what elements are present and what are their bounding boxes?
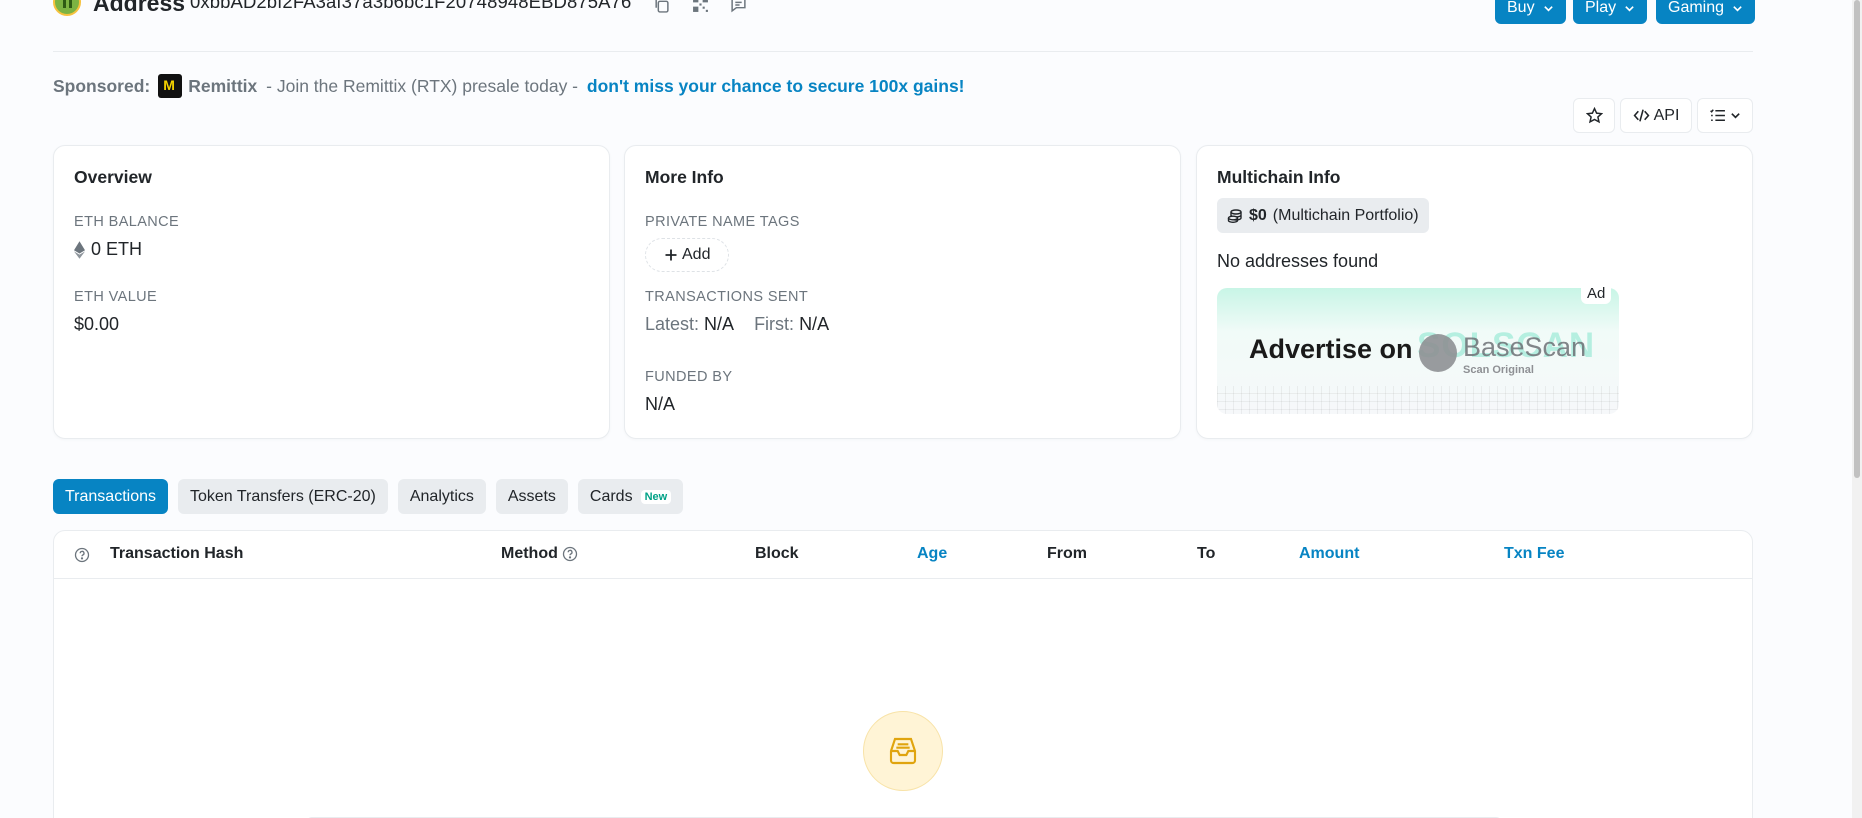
eth-value-value: $0.00 bbox=[74, 314, 120, 334]
remittix-logo-icon bbox=[158, 74, 183, 98]
sponsor-link[interactable]: don't miss your chance to secure 100x ga… bbox=[587, 76, 965, 97]
address-tabs: Transactions Token Transfers (ERC-20) An… bbox=[53, 479, 684, 514]
eth-value-label: ETH VALUE bbox=[74, 289, 158, 305]
chevron-down-icon bbox=[1625, 5, 1634, 12]
question-circle-icon[interactable] bbox=[74, 547, 90, 563]
transactions-sent-label: TRANSACTIONS SENT bbox=[645, 289, 809, 305]
column-method-label: Method bbox=[501, 545, 558, 562]
multichain-title: Multichain Info bbox=[1217, 167, 1341, 187]
page-container: Address 0xbbAD2bf2FA3af37a3b6bc1F2074894… bbox=[53, 0, 1756, 818]
column-amount[interactable]: Amount bbox=[1299, 545, 1359, 563]
tab-label: Transactions bbox=[65, 487, 156, 505]
plus-icon bbox=[665, 249, 677, 261]
chevron-down-icon bbox=[1733, 5, 1742, 12]
scrollbar-thumb[interactable] bbox=[1854, 0, 1860, 478]
comment-icon[interactable] bbox=[728, 0, 748, 14]
gaming-button-label: Gaming bbox=[1668, 0, 1725, 16]
gaming-button[interactable]: Gaming bbox=[1656, 0, 1756, 24]
advertisement-banner[interactable]: SOLSCAN Advertise on BaseScan Scan Origi… bbox=[1217, 288, 1619, 414]
inbox-icon bbox=[889, 737, 917, 765]
overview-card: Overview ETH BALANCE 0 ETH ETH VALUE $0.… bbox=[53, 145, 610, 439]
first-label: First: bbox=[754, 314, 795, 334]
list-check-icon bbox=[1710, 109, 1725, 122]
favorite-button[interactable] bbox=[1573, 98, 1615, 133]
sponsor-text: - Join the Remittix (RTX) presale today … bbox=[261, 75, 583, 96]
tab-label: Assets bbox=[507, 487, 556, 505]
eth-balance-value-row: 0 ETH bbox=[74, 239, 142, 260]
column-to: To bbox=[1197, 545, 1216, 562]
new-badge: New bbox=[640, 489, 672, 504]
tab-analytics[interactable]: Analytics bbox=[397, 479, 486, 514]
portfolio-value: $0 bbox=[1249, 206, 1267, 224]
empty-state-icon bbox=[863, 711, 943, 791]
overview-title: Overview bbox=[74, 167, 152, 187]
column-age[interactable]: Age bbox=[917, 545, 947, 563]
qr-code-icon[interactable] bbox=[690, 0, 710, 14]
chevron-down-icon bbox=[1543, 5, 1553, 12]
api-button-label: API bbox=[1653, 106, 1680, 124]
ad-text: Advertise on bbox=[1249, 334, 1413, 364]
coins-icon bbox=[1227, 208, 1242, 223]
address-avatar-icon bbox=[53, 0, 81, 16]
buy-button[interactable]: Buy bbox=[1495, 0, 1566, 24]
latest-value: N/A bbox=[704, 314, 735, 334]
question-circle-icon[interactable] bbox=[562, 546, 578, 562]
column-txn-fee[interactable]: Txn Fee bbox=[1504, 545, 1564, 563]
column-method: Method bbox=[501, 545, 578, 563]
play-button[interactable]: Play bbox=[1573, 0, 1648, 24]
buy-button-label: Buy bbox=[1507, 0, 1535, 16]
add-name-tag-button[interactable]: Add bbox=[645, 238, 730, 272]
tab-assets[interactable]: Assets bbox=[495, 479, 568, 514]
chevron-down-icon bbox=[1731, 113, 1740, 119]
api-button[interactable]: API bbox=[1620, 98, 1692, 133]
funded-by-value: N/A bbox=[645, 394, 676, 414]
column-transaction-hash: Transaction Hash bbox=[110, 545, 244, 562]
tab-label: Cards bbox=[589, 487, 633, 505]
eth-balance-value: 0 ETH bbox=[91, 239, 143, 259]
more-info-title: More Info bbox=[645, 167, 724, 187]
eth-balance-label: ETH BALANCE bbox=[74, 214, 180, 230]
page-scrollbar[interactable] bbox=[1852, 0, 1862, 818]
sponsored-banner: Sponsored: Remittix - Join the Remittix … bbox=[53, 74, 965, 98]
funded-by-label: FUNDED BY bbox=[645, 369, 733, 385]
portfolio-label: (Multichain Portfolio) bbox=[1272, 206, 1419, 224]
sponsored-label: Sponsored: bbox=[53, 75, 151, 96]
transactions-sent-values: Latest: N/A First: N/A bbox=[645, 314, 829, 335]
code-icon bbox=[1633, 109, 1650, 122]
address-header: Address 0xbbAD2bf2FA3af37a3b6bc1F2074894… bbox=[53, 0, 1756, 52]
add-button-label: Add bbox=[682, 246, 711, 263]
tab-transactions[interactable]: Transactions bbox=[53, 479, 168, 514]
address-hash: 0xbbAD2bf2FA3af37a3b6bc1F20748948EBD875A… bbox=[190, 0, 632, 12]
no-addresses-text: No addresses found bbox=[1217, 251, 1379, 271]
more-options-button[interactable] bbox=[1697, 98, 1753, 133]
transactions-table: Transaction Hash Method Block Age From T… bbox=[53, 530, 1753, 818]
latest-label: Latest: bbox=[645, 314, 700, 334]
column-block: Block bbox=[755, 545, 799, 562]
star-icon bbox=[1585, 107, 1603, 124]
tab-label: Token Transfers (ERC-20) bbox=[190, 487, 376, 505]
more-info-card: More Info PRIVATE NAME TAGS Add TRANSACT… bbox=[624, 145, 1181, 439]
play-button-label: Play bbox=[1585, 0, 1617, 16]
ad-brand: BaseScan bbox=[1463, 332, 1587, 362]
ad-tag: Ad bbox=[1581, 282, 1612, 304]
ad-grid-pattern bbox=[1217, 386, 1619, 414]
table-header: Transaction Hash Method Block Age From T… bbox=[54, 531, 1752, 579]
first-value: N/A bbox=[799, 314, 830, 334]
tab-cards[interactable]: Cards New bbox=[577, 479, 684, 514]
multichain-portfolio-button[interactable]: $0 (Multichain Portfolio) bbox=[1217, 198, 1429, 233]
private-name-tags-label: PRIVATE NAME TAGS bbox=[645, 214, 800, 230]
sponsor-brand[interactable]: Remittix bbox=[188, 76, 257, 97]
ethereum-icon bbox=[74, 240, 85, 259]
tab-token-transfers[interactable]: Token Transfers (ERC-20) bbox=[178, 479, 388, 514]
column-from: From bbox=[1047, 545, 1087, 562]
multichain-info-card: Multichain Info $0 (Multichain Portfolio… bbox=[1196, 145, 1753, 439]
basescan-logo-icon bbox=[1419, 334, 1457, 372]
ad-brand-sub: Scan Original bbox=[1463, 364, 1534, 376]
page-title: Address bbox=[93, 0, 186, 16]
copy-icon[interactable] bbox=[651, 0, 671, 14]
tab-label: Analytics bbox=[409, 487, 474, 505]
